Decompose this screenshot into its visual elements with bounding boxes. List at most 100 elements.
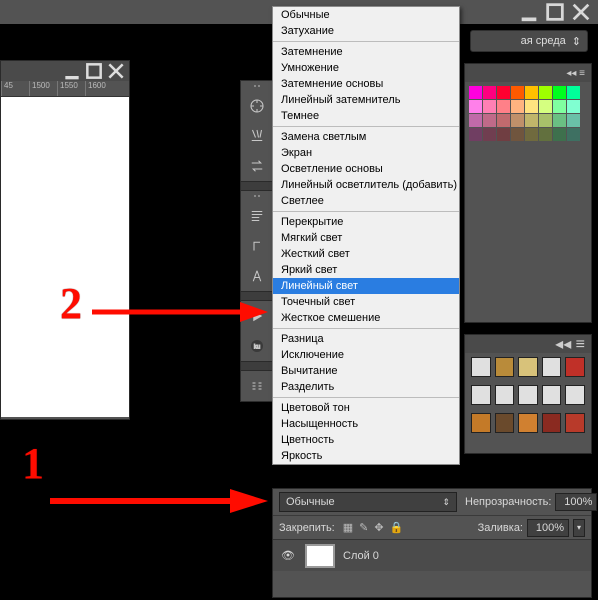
layer-name[interactable]: Слой 0 (343, 550, 379, 562)
swatch[interactable] (469, 128, 482, 141)
swatch[interactable] (497, 86, 510, 99)
canvas[interactable] (1, 97, 129, 417)
style-swatch[interactable] (565, 385, 585, 405)
play-icon[interactable] (241, 301, 273, 331)
blend-mode-item[interactable]: Жесткий свет (273, 246, 459, 262)
swatch[interactable] (525, 100, 538, 113)
visibility-icon[interactable]: 👁 (279, 549, 297, 562)
blend-mode-item[interactable]: Цветность (273, 432, 459, 448)
blend-mode-item[interactable]: Светлее (273, 193, 459, 209)
swatch[interactable] (483, 86, 496, 99)
lock-pixels-icon[interactable]: ✎ (359, 521, 368, 534)
swatch[interactable] (539, 100, 552, 113)
blend-mode-item[interactable]: Разница (273, 331, 459, 347)
swatch[interactable] (567, 86, 580, 99)
style-swatch[interactable] (495, 413, 515, 433)
blend-mode-item[interactable]: Затухание (273, 23, 459, 39)
blend-mode-item[interactable]: Затемнение (273, 44, 459, 60)
swatch[interactable] (567, 128, 580, 141)
blend-mode-item[interactable]: Перекрытие (273, 214, 459, 230)
blend-mode-item[interactable]: Вычитание (273, 363, 459, 379)
swatch[interactable] (469, 100, 482, 113)
blend-mode-dropdown[interactable]: Обычные ⇕ (279, 492, 457, 512)
doc-close-button[interactable] (106, 64, 126, 78)
styles-tab[interactable]: ◂◂ ≡ (465, 335, 591, 353)
maximize-button[interactable] (544, 4, 566, 20)
swatch[interactable] (539, 86, 552, 99)
blend-mode-item[interactable]: Точечный свет (273, 294, 459, 310)
swatch[interactable] (539, 114, 552, 127)
swatch[interactable] (553, 128, 566, 141)
swatch[interactable] (525, 128, 538, 141)
fill-arrow[interactable]: ▾ (573, 519, 585, 537)
style-swatch[interactable] (495, 385, 515, 405)
blend-mode-item[interactable]: Яркий свет (273, 262, 459, 278)
style-swatch[interactable] (518, 385, 538, 405)
paragraph-icon[interactable] (241, 201, 273, 231)
swap-icon[interactable] (241, 151, 273, 181)
blend-mode-item[interactable]: Исключение (273, 347, 459, 363)
swatch[interactable] (553, 114, 566, 127)
blend-mode-item[interactable]: Экран (273, 145, 459, 161)
swatch[interactable] (497, 128, 510, 141)
blend-mode-item[interactable]: Линейный затемнитель (273, 92, 459, 108)
lock-position-icon[interactable]: ✥ (374, 521, 383, 534)
type-icon[interactable] (241, 261, 273, 291)
swatch[interactable] (539, 128, 552, 141)
panel-grip[interactable] (241, 191, 273, 201)
swatch[interactable] (497, 100, 510, 113)
swatch[interactable] (469, 114, 482, 127)
swatch[interactable] (525, 86, 538, 99)
blend-mode-item[interactable]: Цветовой тон (273, 400, 459, 416)
style-swatch[interactable] (565, 413, 585, 433)
swatch[interactable] (483, 128, 496, 141)
workspace-dropdown[interactable]: ая среда ⇕ (470, 30, 588, 52)
style-swatch[interactable] (518, 413, 538, 433)
swatch[interactable] (511, 86, 524, 99)
opacity-value[interactable]: 100% (555, 493, 597, 511)
minimize-button[interactable] (518, 4, 540, 20)
style-swatch[interactable] (542, 413, 562, 433)
style-swatch[interactable] (471, 357, 491, 377)
swatches-grid[interactable] (465, 82, 591, 145)
style-swatch[interactable] (565, 357, 585, 377)
blend-mode-item[interactable]: Умножение (273, 60, 459, 76)
character-icon[interactable] (241, 231, 273, 261)
blend-mode-menu[interactable]: ОбычныеЗатухание ЗатемнениеУмножениеЗатем… (272, 6, 460, 465)
blend-mode-item[interactable]: Осветление основы (273, 161, 459, 177)
properties-icon[interactable] (241, 371, 273, 401)
blend-mode-item[interactable]: Темнее (273, 108, 459, 124)
close-button[interactable] (570, 4, 592, 20)
swatch[interactable] (469, 86, 482, 99)
panel-grip[interactable] (241, 81, 273, 91)
swatch[interactable] (511, 128, 524, 141)
blend-mode-item[interactable]: Мягкий свет (273, 230, 459, 246)
navigator-icon[interactable] (241, 91, 273, 121)
kuler-icon[interactable]: ku (241, 331, 273, 361)
brushes-icon[interactable] (241, 121, 273, 151)
doc-maximize-button[interactable] (84, 64, 104, 78)
fill-value[interactable]: 100% (527, 519, 569, 537)
blend-mode-item[interactable]: Затемнение основы (273, 76, 459, 92)
blend-mode-item[interactable]: Жесткое смешение (273, 310, 459, 326)
blend-mode-item[interactable]: Яркость (273, 448, 459, 464)
swatch[interactable] (567, 100, 580, 113)
blend-mode-item[interactable]: Обычные (273, 7, 459, 23)
swatches-tab[interactable]: ◂◂ ≡ (465, 64, 591, 82)
swatch[interactable] (553, 86, 566, 99)
lock-icons[interactable]: ▦ ✎ ✥ 🔒 (343, 521, 404, 534)
swatch[interactable] (525, 114, 538, 127)
swatch[interactable] (483, 114, 496, 127)
swatch[interactable] (497, 114, 510, 127)
blend-mode-item[interactable]: Разделить (273, 379, 459, 395)
lock-all-icon[interactable]: 🔒 (390, 521, 404, 534)
style-swatch[interactable] (542, 357, 562, 377)
swatch[interactable] (567, 114, 580, 127)
style-swatch[interactable] (495, 357, 515, 377)
blend-mode-item[interactable]: Насыщенность (273, 416, 459, 432)
blend-mode-item[interactable]: Замена светлым (273, 129, 459, 145)
swatch[interactable] (511, 114, 524, 127)
blend-mode-item[interactable]: Линейный осветлитель (добавить) (273, 177, 459, 193)
style-swatch[interactable] (518, 357, 538, 377)
style-swatch[interactable] (471, 385, 491, 405)
